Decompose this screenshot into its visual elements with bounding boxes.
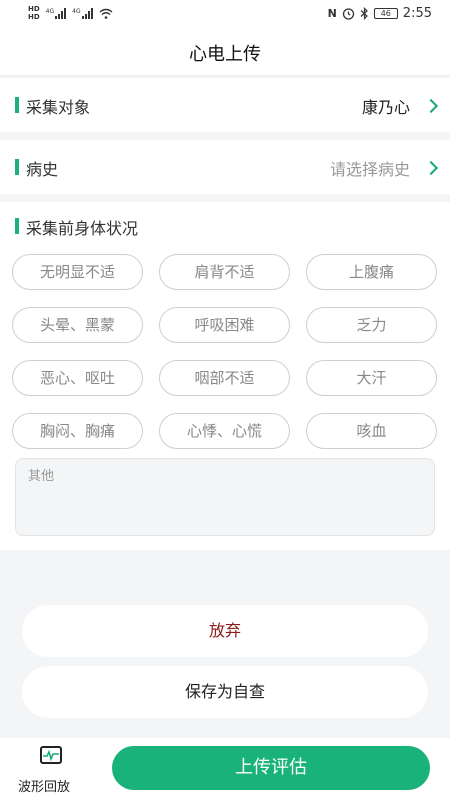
waveform-icon — [40, 746, 62, 764]
discard-button[interactable]: 放弃 — [22, 605, 428, 657]
other-input[interactable]: 其他 — [15, 458, 435, 536]
condition-chip[interactable]: 呼吸困难 — [159, 307, 290, 343]
condition-chip[interactable]: 心悸、心慌 — [159, 413, 290, 449]
chevron-right-icon — [423, 160, 439, 176]
alarm-icon — [342, 7, 354, 20]
condition-label: 采集前身体状况 — [26, 219, 139, 238]
condition-chip[interactable]: 咽部不适 — [159, 360, 290, 396]
signal-icon: 4G — [45, 7, 67, 19]
wifi-icon — [99, 8, 113, 19]
status-time: 2:55 — [402, 5, 432, 21]
condition-chip[interactable]: 咳血 — [306, 413, 437, 449]
nfc-icon: N — [327, 6, 337, 20]
signal-icon-2: 4G — [72, 7, 93, 19]
condition-chip[interactable]: 上腹痛 — [306, 254, 437, 290]
upload-evaluate-button[interactable]: 上传评估 — [112, 746, 430, 790]
history-row[interactable]: 病史 请选择病史 — [0, 140, 450, 194]
condition-chip[interactable]: 胸闷、胸痛 — [12, 413, 143, 449]
page-title: 心电上传 — [189, 44, 261, 65]
battery-icon: 46 — [373, 7, 398, 19]
subject-label: 采集对象 — [26, 98, 91, 117]
subject-row[interactable]: 采集对象 康乃心 — [0, 78, 450, 132]
condition-chip[interactable]: 乏力 — [306, 307, 437, 343]
condition-chip[interactable]: 肩背不适 — [159, 254, 290, 290]
save-self-check-button[interactable]: 保存为自查 — [22, 666, 428, 718]
condition-chip[interactable]: 无明显不适 — [12, 254, 143, 290]
bluetooth-icon — [360, 6, 368, 20]
bottom-bar: 波形回放 上传评估 — [0, 738, 450, 800]
status-left: HD HD 4G 4G — [28, 3, 113, 23]
subject-value: 康乃心 — [361, 98, 410, 117]
section-marker — [15, 97, 19, 113]
chevron-right-icon — [423, 98, 439, 114]
network-type-2: 4G — [72, 7, 81, 15]
title-bar: 心电上传 — [0, 26, 450, 76]
hd-icon: HD HD — [28, 5, 40, 21]
condition-chip[interactable]: 头晕、黑蒙 — [12, 307, 143, 343]
other-placeholder: 其他 — [28, 469, 55, 484]
condition-chip[interactable]: 大汗 — [306, 360, 437, 396]
section-marker — [15, 218, 19, 234]
wave-playback-label: 波形回放 — [18, 780, 71, 795]
condition-chip[interactable]: 恶心、呕吐 — [12, 360, 143, 396]
network-type-1: 4G — [45, 7, 55, 15]
status-right: N 46 2:55 — [328, 3, 432, 23]
section-marker — [15, 159, 19, 175]
history-label: 病史 — [26, 160, 59, 179]
status-bar: HD HD 4G 4G N 46 2:55 — [0, 0, 450, 26]
history-placeholder: 请选择病史 — [329, 160, 410, 179]
